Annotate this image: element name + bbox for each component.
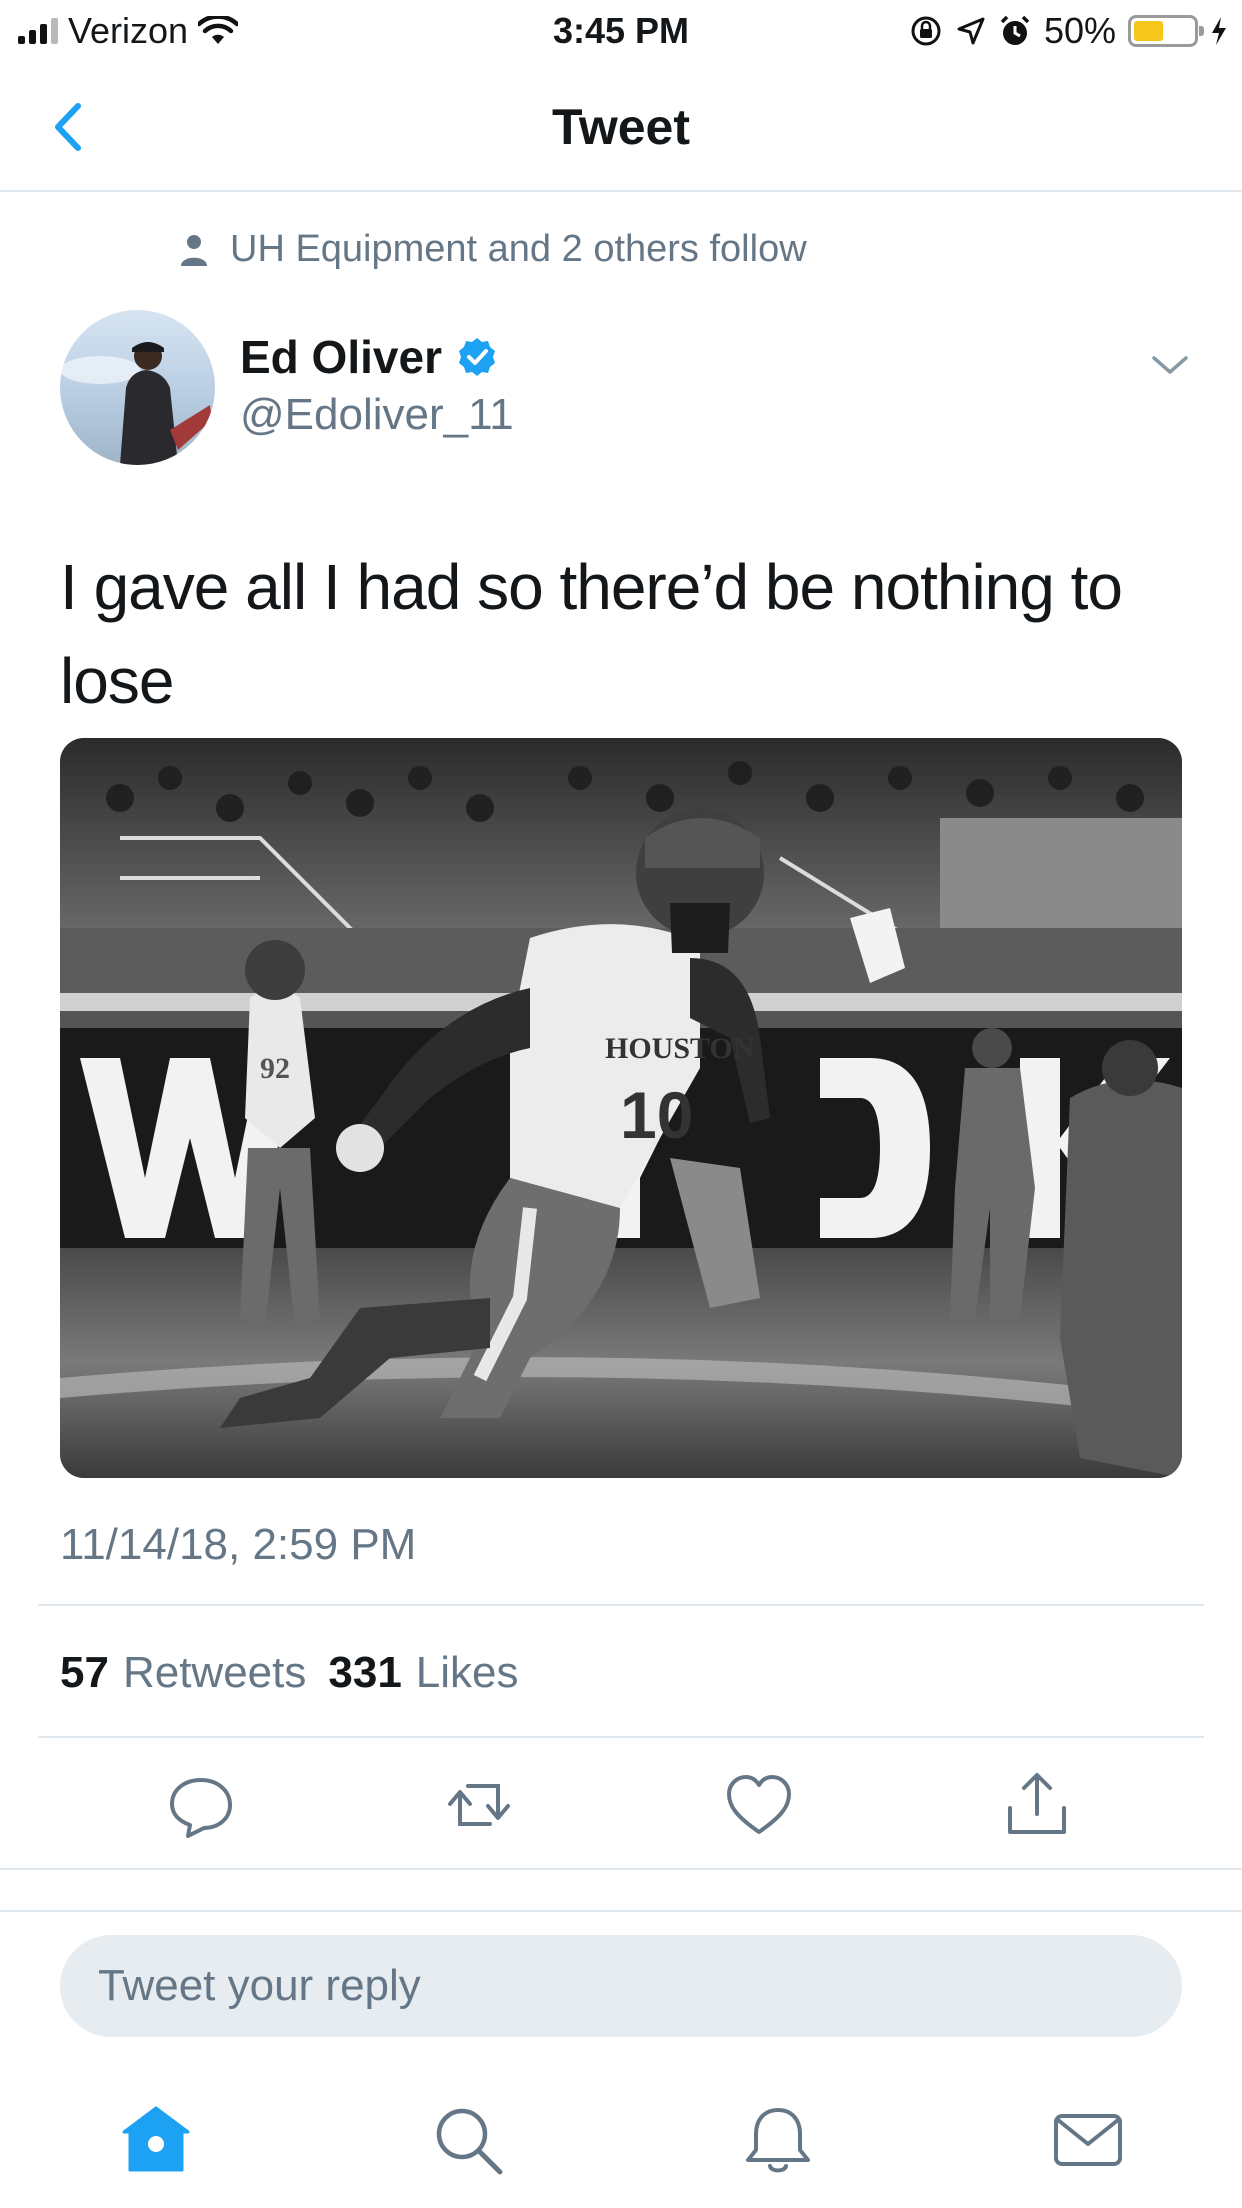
status-bar: Verizon 3:45 PM 50% (0, 0, 1242, 62)
retweet-icon[interactable] (444, 1770, 514, 1840)
alarm-icon (1000, 15, 1030, 45)
divider (0, 1868, 1242, 1870)
verified-badge-icon (458, 338, 495, 376)
status-right: 50% (908, 10, 1228, 52)
notifications-icon[interactable] (740, 2102, 816, 2178)
reply-bar-divider (0, 1910, 1242, 1912)
tweet-stats: 57 Retweets 331 Likes (60, 1648, 519, 1698)
tweet-text: I gave all I had so there’d be nothing t… (60, 551, 1123, 717)
page-title: Tweet (552, 99, 690, 155)
person-icon (181, 234, 207, 266)
svg-text:92: 92 (260, 1052, 290, 1085)
tab-bar (0, 2080, 1242, 2208)
tweet-actions (0, 1770, 1242, 1854)
divider (38, 1604, 1204, 1606)
likes-count: 331 (328, 1648, 402, 1697)
chevron-down-icon[interactable] (1150, 350, 1190, 380)
tweet-media-photo[interactable]: 92 HOUSTON 10 (60, 738, 1182, 1478)
share-icon[interactable] (1002, 1770, 1072, 1840)
author-name-label: Ed Oliver (240, 331, 442, 383)
search-icon[interactable] (430, 2102, 506, 2178)
avatar[interactable] (60, 310, 215, 465)
reply-icon[interactable] (166, 1770, 236, 1840)
messages-icon[interactable] (1050, 2102, 1126, 2178)
reply-input[interactable]: Tweet your reply (60, 1935, 1182, 2037)
likes-stat[interactable]: 331 Likes (328, 1648, 518, 1698)
battery-fill (1134, 21, 1163, 41)
social-context-label: UH Equipment and 2 others follow (230, 228, 807, 270)
author-name[interactable]: Ed Oliver (240, 330, 498, 384)
svg-text:HOUSTON: HOUSTON (605, 1032, 755, 1065)
social-context[interactable]: UH Equipment and 2 others follow (180, 228, 807, 271)
reply-placeholder: Tweet your reply (98, 1961, 421, 2010)
likes-label: Likes (415, 1648, 519, 1697)
divider (38, 1736, 1204, 1738)
retweets-label: Retweets (122, 1648, 307, 1697)
svg-text:10: 10 (620, 1078, 693, 1152)
orientation-lock-icon (911, 16, 941, 46)
home-icon[interactable] (118, 2102, 194, 2178)
tweet-timestamp: 11/14/18, 2:59 PM (60, 1520, 417, 1569)
avatar-image (60, 342, 212, 465)
retweets-stat[interactable]: 57 Retweets (60, 1648, 306, 1698)
retweets-count: 57 (60, 1648, 109, 1697)
battery-percent: 50% (1043, 10, 1116, 51)
charging-bolt-icon (1212, 17, 1226, 45)
battery-icon (1128, 15, 1204, 47)
media-image: 92 HOUSTON 10 (60, 738, 1182, 1478)
like-icon[interactable] (724, 1770, 794, 1840)
nav-bar: Tweet (0, 62, 1242, 192)
author-handle[interactable]: @Edoliver_11 (240, 390, 514, 440)
location-icon (957, 17, 985, 45)
